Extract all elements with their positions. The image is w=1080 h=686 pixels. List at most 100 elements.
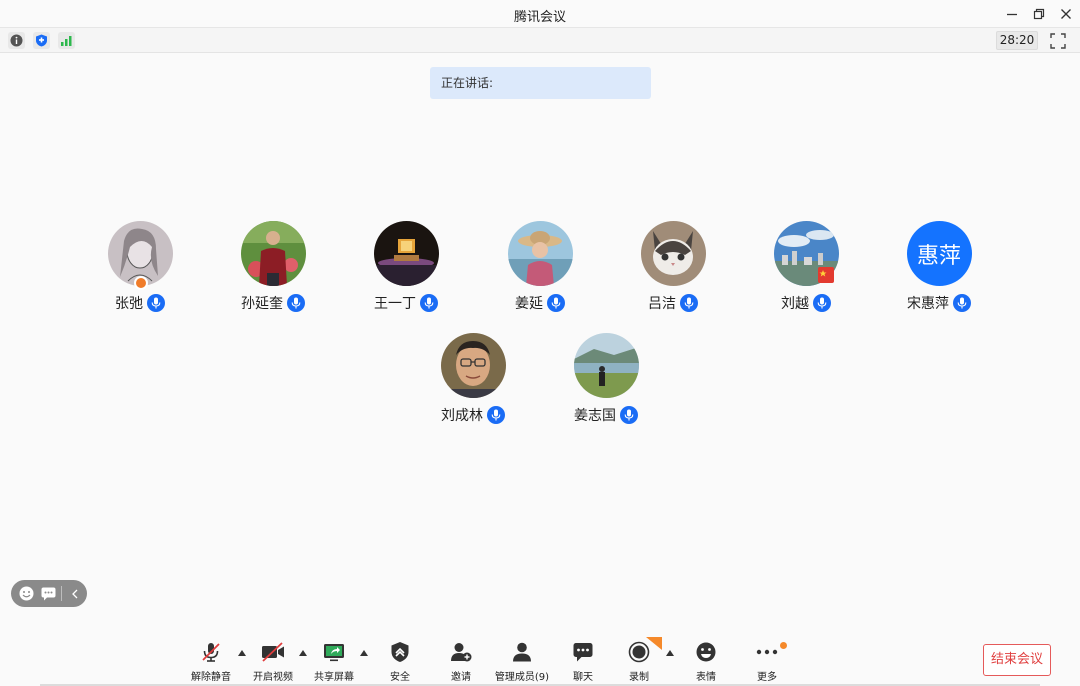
- mic-icon: [953, 294, 971, 312]
- participant-tile[interactable]: 刘成林: [413, 333, 533, 425]
- mic-icon: [620, 406, 638, 424]
- new-badge-icon: [646, 637, 662, 650]
- mic-muted-icon: [202, 643, 220, 662]
- security-status-button[interactable]: [33, 32, 50, 49]
- security-label: 安全: [390, 672, 410, 683]
- start-video-button[interactable]: 开启视频: [242, 640, 304, 683]
- manage-members-label: 管理成员(9): [494, 672, 550, 683]
- avatar: 惠萍: [906, 221, 972, 286]
- network-status-button[interactable]: [58, 32, 75, 49]
- participant-name: 刘越: [781, 296, 809, 312]
- share-screen-icon: [324, 644, 344, 662]
- record-options-caret-icon[interactable]: [666, 650, 674, 656]
- participant-name: 张弛: [115, 296, 143, 312]
- invite-button[interactable]: 邀请: [430, 640, 492, 683]
- speaking-indicator: 正在讲话:: [430, 67, 651, 99]
- participant-tile[interactable]: 孙延奎: [213, 221, 333, 313]
- flag-icon: [817, 267, 834, 283]
- more-label: 更多: [757, 672, 777, 683]
- mic-icon: [547, 294, 565, 312]
- share-screen-label: 共享屏幕: [314, 672, 354, 683]
- mic-icon: [147, 294, 165, 312]
- meeting-timer: 28:20: [996, 31, 1038, 50]
- record-button[interactable]: 录制: [608, 637, 670, 683]
- participant-name: 姜延: [515, 296, 543, 312]
- unmute-button[interactable]: 解除静音: [180, 640, 242, 683]
- share-options-caret-icon[interactable]: [360, 650, 368, 656]
- restore-button[interactable]: [1029, 4, 1049, 24]
- floating-controls: [11, 580, 87, 607]
- host-icon: [133, 276, 148, 290]
- participant-tile[interactable]: 惠萍 宋惠萍: [879, 221, 999, 313]
- mic-icon: [287, 294, 305, 312]
- end-meeting-button[interactable]: 结束会议: [983, 644, 1051, 676]
- chat-float-button[interactable]: [39, 585, 57, 603]
- emoji-button[interactable]: 表情: [675, 640, 737, 683]
- security-button[interactable]: 安全: [369, 640, 431, 683]
- participant-tile[interactable]: 姜延: [480, 221, 600, 313]
- signal-icon: [61, 36, 72, 46]
- chat-icon: [573, 643, 593, 662]
- manage-members-button[interactable]: 管理成员(9): [491, 640, 553, 683]
- unmute-label: 解除静音: [191, 672, 231, 683]
- participant-name: 宋惠萍: [907, 296, 949, 312]
- fullscreen-icon: [1050, 33, 1066, 49]
- window-title: 腾讯会议: [513, 10, 566, 25]
- participant-tile[interactable]: 姜志国: [546, 333, 666, 425]
- mic-icon: [487, 406, 505, 424]
- restore-icon: [1033, 8, 1045, 20]
- participant-tile[interactable]: 张弛: [80, 221, 200, 313]
- avatar: [773, 221, 839, 286]
- avatar: [573, 333, 639, 398]
- fullscreen-button[interactable]: [1049, 32, 1067, 50]
- participant-name: 刘成林: [441, 408, 483, 424]
- avatar: [640, 221, 706, 286]
- reaction-button[interactable]: [17, 585, 35, 603]
- camera-off-icon: [262, 642, 284, 662]
- avatar: [440, 333, 506, 398]
- info-icon: [10, 34, 23, 47]
- avatar: [507, 221, 573, 286]
- chat-bubble-icon: [41, 587, 55, 600]
- close-button[interactable]: [1056, 4, 1076, 24]
- smile-icon: [19, 586, 33, 601]
- shield-icon: [36, 34, 47, 47]
- emoji-label: 表情: [696, 672, 716, 683]
- participant-tile[interactable]: 吕洁: [613, 221, 733, 313]
- record-label: 录制: [629, 672, 649, 683]
- participant-name: 孙延奎: [241, 296, 283, 312]
- title-bar: 腾讯会议: [0, 0, 1080, 28]
- chat-label: 聊天: [573, 672, 593, 683]
- collapse-button[interactable]: [66, 585, 84, 603]
- avatar: [107, 221, 173, 290]
- close-icon: [1061, 9, 1071, 19]
- meeting-info-button[interactable]: [8, 32, 25, 49]
- minimize-button[interactable]: [1002, 4, 1022, 24]
- add-user-icon: [451, 643, 472, 662]
- divider: [61, 586, 62, 601]
- more-button[interactable]: 更多: [736, 640, 798, 683]
- more-icon: [756, 649, 778, 655]
- bottom-toolbar: 解除静音 开启视频 共享屏幕 安全 邀请 管理成员(9) 聊天 录制 表情 更多: [0, 630, 1080, 686]
- minimize-icon: [1007, 13, 1017, 16]
- mic-icon: [680, 294, 698, 312]
- mic-icon: [813, 294, 831, 312]
- notification-dot: [780, 642, 787, 649]
- mic-icon: [420, 294, 438, 312]
- participant-tile[interactable]: 刘越: [746, 221, 866, 313]
- chat-button[interactable]: 聊天: [552, 640, 614, 683]
- participant-name: 吕洁: [648, 296, 676, 312]
- emoji-icon: [696, 642, 716, 662]
- invite-label: 邀请: [451, 672, 471, 683]
- participant-name: 王一丁: [374, 296, 416, 312]
- start-video-label: 开启视频: [253, 672, 293, 683]
- participant-name: 姜志国: [574, 408, 616, 424]
- security-shield-icon: [391, 642, 409, 662]
- participant-tile[interactable]: 王一丁: [346, 221, 466, 313]
- avatar-text: 惠萍: [916, 243, 961, 269]
- info-bar: 28:20: [0, 28, 1080, 53]
- avatar: [240, 221, 306, 286]
- members-icon: [513, 642, 531, 662]
- avatar: [373, 221, 439, 286]
- share-screen-button[interactable]: 共享屏幕: [303, 640, 365, 683]
